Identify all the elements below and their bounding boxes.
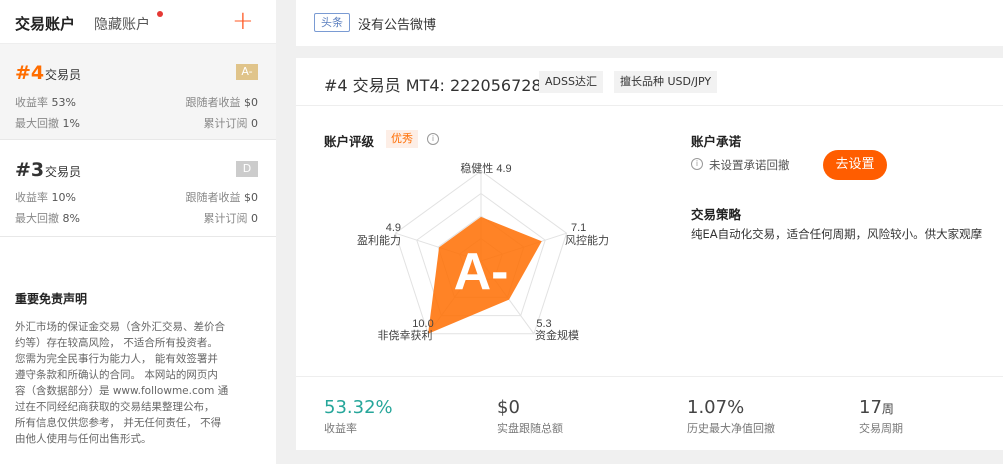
tab-trading-accounts[interactable]: 交易账户: [15, 13, 75, 34]
axis-value-capital: 5.3: [536, 318, 551, 330]
account-number: #4: [15, 62, 45, 84]
info-icon: i: [691, 158, 703, 170]
subscriptions-stat: 累计订阅 0: [203, 212, 259, 225]
stat-ror: 53.32% 收益率: [324, 397, 393, 435]
follower-profit-stat: 跟随者收益 $0: [185, 191, 259, 204]
strategy-title: 交易策略: [691, 207, 742, 222]
account-tabs: 交易账户 隐藏账户 +: [0, 0, 276, 44]
axis-value-profit: 4.9: [386, 222, 401, 234]
notification-dot: [157, 11, 163, 17]
broker-chip: ADSS达汇: [539, 71, 603, 93]
strategy-text: 纯EA自动化交易，适合任何周期，风险较小。供大家观摩: [691, 227, 983, 241]
disclaimer-text: 外汇市场的保证金交易（含外汇交易、差价合 约等）存在较高风险， 不适合所有投资者…: [15, 321, 229, 445]
grade-badge: D: [236, 161, 258, 177]
axis-label-capital: 资金规模: [535, 328, 579, 342]
stat-max-drawdown: 1.07% 历史最大净值回撤: [687, 397, 775, 435]
account-card-3[interactable]: #3 交易员 D 收益率 10% 跟随者收益 $0 最大回撤 8% 累计订阅 0: [0, 141, 276, 237]
axis-label-risk: 风控能力: [565, 233, 609, 247]
rating-badge: 优秀: [386, 130, 418, 148]
axis-label-nonluck: 非侥幸获利: [378, 328, 433, 342]
specialty-chip: 擅长品种 USD/JPY: [614, 71, 718, 93]
headline-text[interactable]: 没有公告微博: [358, 14, 436, 33]
axis-label-profit: 盈利能力: [357, 233, 401, 247]
ror-stat: 收益率 10%: [15, 191, 76, 204]
follower-profit-stat: 跟随者收益 $0: [185, 96, 259, 109]
stat-follow-total: $0 实盘跟随总额: [497, 397, 563, 435]
commitment-text: 未设置承诺回撤: [709, 158, 790, 172]
stat-trading-period: 17周 交易周期: [859, 397, 903, 435]
axis-value-nonluck: 10.0: [412, 318, 433, 330]
account-title: #4 交易员 MT4: 222056728: [324, 76, 542, 95]
max-drawdown-stat: 最大回撤 1%: [15, 117, 80, 130]
axis-label-stability: 稳健性 4.9: [460, 161, 511, 175]
radar-grade-text: A-: [454, 243, 509, 301]
account-number: #3: [15, 159, 45, 181]
max-drawdown-stat: 最大回撤 8%: [15, 212, 80, 225]
info-icon[interactable]: i: [427, 133, 439, 145]
add-account-button[interactable]: +: [232, 6, 254, 36]
headline-tag: 头条: [314, 13, 350, 32]
news-banner: 头条 没有公告微博: [296, 0, 1003, 46]
rating-radar-chart: A- 稳健性 4.9 7.1 风控能力 5.3 资金规模 10.0 非侥幸获利 …: [357, 161, 609, 342]
account-header: #4 交易员 MT4: 222056728 ADSS达汇 擅长品种 USD/JP…: [296, 58, 1003, 106]
disclaimer: 重要免责声明 外汇市场的保证金交易（含外汇交易、差价合 约等）存在较高风险， 不…: [15, 290, 263, 447]
stats-row: 53.32% 收益率 $0 实盘跟随总额 1.07% 历史最大净值回撤 17周 …: [296, 376, 1003, 450]
axis-value-risk: 7.1: [571, 222, 586, 234]
account-role: 交易员: [45, 165, 82, 179]
grade-badge: A-: [236, 64, 258, 80]
sidebar: 交易账户 隐藏账户 + #4 交易员 A- 收益率 53% 跟随者收益 $0 最…: [0, 0, 276, 464]
account-role: 交易员: [45, 68, 82, 82]
account-card-4[interactable]: #4 交易员 A- 收益率 53% 跟随者收益 $0 最大回撤 1% 累计订阅 …: [0, 44, 276, 140]
subscriptions-stat: 累计订阅 0: [203, 117, 259, 130]
commitment-title: 账户承诺: [691, 134, 742, 149]
disclaimer-title: 重要免责声明: [15, 292, 88, 306]
tab-hidden-accounts[interactable]: 隐藏账户: [94, 14, 150, 34]
rating-title: 账户评级: [324, 134, 375, 149]
ror-stat: 收益率 53%: [15, 96, 76, 109]
set-commitment-button[interactable]: 去设置: [823, 150, 887, 180]
account-detail-panel: #4 交易员 MT4: 222056728 ADSS达汇 擅长品种 USD/JP…: [296, 58, 1003, 450]
